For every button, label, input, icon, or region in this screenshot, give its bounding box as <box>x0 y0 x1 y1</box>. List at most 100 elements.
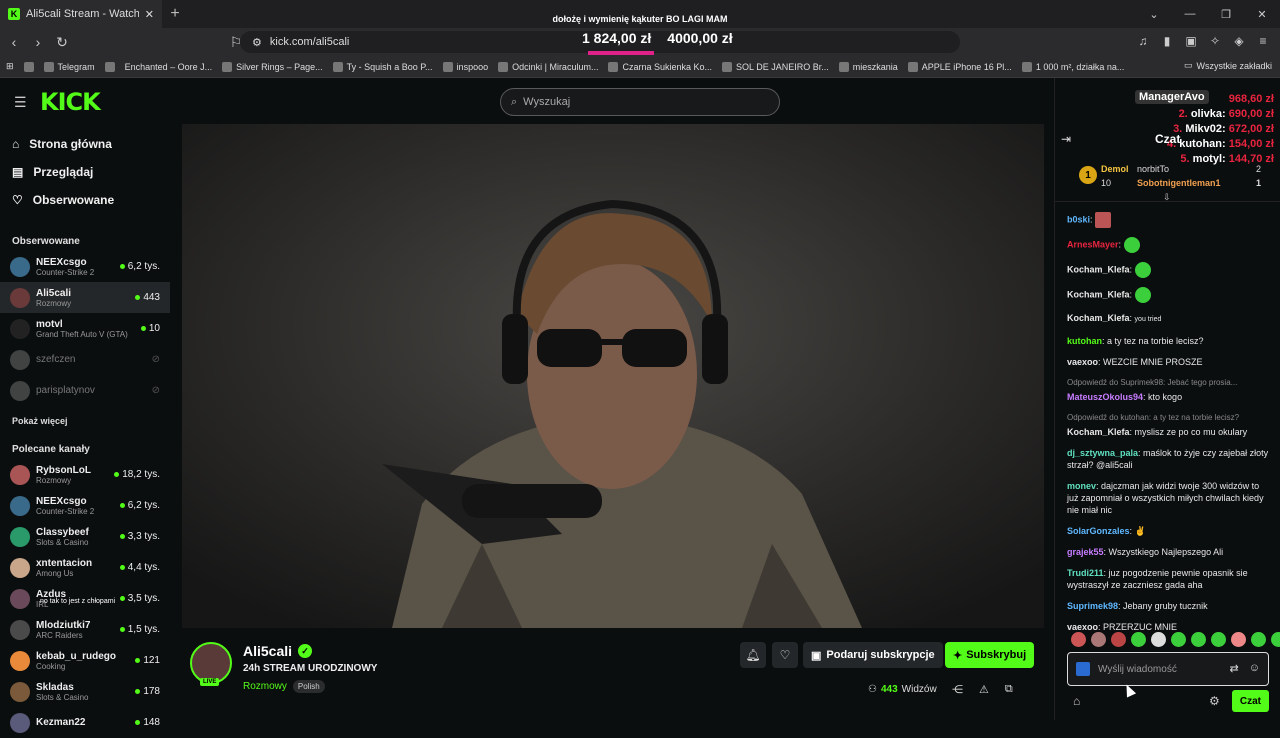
chat-username[interactable]: vaexoo <box>1067 622 1098 632</box>
bookmark-item[interactable]: inspooo <box>442 61 488 72</box>
apps-icon[interactable]: ⊞ <box>6 61 14 72</box>
music-icon[interactable]: ♫ <box>1134 32 1152 50</box>
followed-channel[interactable]: NEEXcsgo Counter-Strike 2 6,2 tys. <box>0 251 170 282</box>
bookmark-item[interactable]: Telegram <box>43 61 95 72</box>
chevron-down-icon[interactable]: ⌄ <box>1136 0 1172 28</box>
followed-channel[interactable]: motvl Grand Theft Auto V (GTA) 10 <box>0 313 170 344</box>
bookmark-item[interactable]: SOL DE JANEIRO Br... <box>722 61 829 72</box>
chat-username[interactable]: vaexoo <box>1067 357 1098 367</box>
minimize-button[interactable]: — <box>1172 0 1208 28</box>
bookmark-item[interactable]: Czarna Sukienka Ko... <box>608 61 712 72</box>
emote-icon[interactable] <box>1151 632 1166 647</box>
store-icon[interactable]: ⌂ <box>1073 694 1080 708</box>
bookmark-item[interactable]: Silver Rings – Page... <box>222 61 323 72</box>
stream-category[interactable]: Rozmowy <box>243 681 287 692</box>
chat-username[interactable]: ArnesMayer <box>1067 239 1119 249</box>
video-player[interactable] <box>182 124 1044 628</box>
kick-logo[interactable]: KICK <box>40 88 101 116</box>
emote-icon[interactable] <box>1131 632 1146 647</box>
bookmark-item[interactable]: Enchanted – Oore J... <box>125 62 213 72</box>
notification-bell-button[interactable]: 🔔︎ <box>740 642 766 668</box>
shield-icon[interactable]: ◈ <box>1230 32 1248 50</box>
emote-icon[interactable] <box>1071 632 1086 647</box>
all-bookmarks[interactable]: ▭ Wszystkie zakładki <box>1184 60 1272 71</box>
show-more-link[interactable]: Pokaż więcej <box>0 416 170 426</box>
recommended-channel[interactable]: RybsonLoL Rozmowy 18,2 tys. <box>0 459 170 490</box>
recommended-channel[interactable]: xntentacion Among Us 4,4 tys. <box>0 552 170 583</box>
nav-browse[interactable]: ▤ Przeglądaj <box>0 158 170 186</box>
recommended-channel[interactable]: Kezman22 148 <box>0 707 170 738</box>
chat-username[interactable]: MateuszOkolus94 <box>1067 392 1143 402</box>
forward-button[interactable]: › <box>28 34 48 50</box>
reload-button[interactable]: ↻ <box>52 34 72 51</box>
followed-channel[interactable]: parisplatynov ⊘ <box>0 375 170 406</box>
chat-username[interactable]: SolarGonzales <box>1067 526 1130 536</box>
followed-channel[interactable]: Ali5cali Rozmowy 443 <box>0 282 170 313</box>
emote-icon[interactable] <box>1231 632 1246 647</box>
bookmark-item[interactable]: Odcinki | Miraculum... <box>498 61 598 72</box>
send-chat-button[interactable]: Czat <box>1231 690 1269 712</box>
chat-username[interactable]: b0ski <box>1067 214 1090 224</box>
language-tag[interactable]: Polish <box>292 680 325 693</box>
recommended-channel[interactable]: Skladas Slots & Casino 178 <box>0 676 170 707</box>
followed-channel[interactable]: szefczen ⊘ <box>0 344 170 375</box>
chat-username[interactable]: Suprimek98 <box>1067 601 1118 611</box>
emote-icon[interactable] <box>1171 632 1186 647</box>
site-info-icon[interactable]: ⚙ <box>252 36 262 49</box>
chat-title: Czat <box>1155 132 1181 146</box>
translate-icon[interactable]: ⇄ <box>1230 662 1239 675</box>
chat-username[interactable]: Trudi211 <box>1067 568 1104 578</box>
recommended-channel[interactable]: Classybeef Slots & Casino 3,3 tys. <box>0 521 170 552</box>
bookmark-item[interactable]: Ty - Squish a Boo P... <box>332 61 433 72</box>
sidebar-icon[interactable]: ▮ <box>1158 32 1176 50</box>
gear-icon[interactable]: ⚙ <box>1209 694 1220 708</box>
emote-icon[interactable] <box>1091 632 1106 647</box>
puzzle-icon[interactable]: ✧ <box>1206 32 1224 50</box>
chat-username[interactable]: monev <box>1067 481 1096 491</box>
share-icon[interactable]: ⋲ <box>952 683 963 696</box>
chat-username[interactable]: Kocham_Klefa <box>1067 313 1130 323</box>
gift-subscription-button[interactable]: ▣ Podaruj subskrypcje <box>803 642 943 668</box>
nav-home[interactable]: ⌂ Strona główna <box>0 130 170 158</box>
subscribe-button[interactable]: ✦ Subskrybuj <box>945 642 1035 668</box>
search-input[interactable]: ⌕ Wyszukaj <box>500 88 780 116</box>
close-tab-icon[interactable]: ✕ <box>145 8 154 21</box>
recommended-channel[interactable]: Mlodziutki7 ARC Raiders 1,5 tys. <box>0 614 170 645</box>
emote-icon[interactable] <box>1111 632 1126 647</box>
chat-username[interactable]: Kocham_Klefa <box>1067 289 1130 299</box>
hamburger-menu-icon[interactable]: ☰ <box>14 94 28 111</box>
close-window-button[interactable]: ✕ <box>1244 0 1280 28</box>
recommended-channel[interactable]: NEEXcsgo Counter-Strike 2 6,2 tys. <box>0 490 170 521</box>
chat-username[interactable]: Kocham_Klefa <box>1067 427 1130 437</box>
expand-gifters-icon[interactable]: ⇩ <box>1163 192 1171 203</box>
streamer-name[interactable]: Ali5cali <box>243 643 292 659</box>
emote-icon[interactable] <box>1211 632 1226 647</box>
chat-username[interactable]: kutohan <box>1067 336 1102 346</box>
bookmark-item[interactable]: 1 000 m², działka na... <box>1021 61 1124 72</box>
emoji-icon[interactable]: ☺ <box>1249 662 1260 675</box>
chat-username[interactable]: Kocham_Klefa <box>1067 264 1130 274</box>
clip-icon[interactable]: ⧉ <box>1005 683 1013 696</box>
nav-following[interactable]: ♡ Obserwowane <box>0 186 170 214</box>
report-icon[interactable]: ⚠ <box>979 683 989 696</box>
chat-username[interactable]: dj_sztywna_pala <box>1067 448 1138 458</box>
back-button[interactable]: ‹ <box>4 34 24 50</box>
recommended-channel[interactable]: kebab_u_rudego Cooking 121 <box>0 645 170 676</box>
bookmark-item[interactable] <box>23 61 34 72</box>
bookmark-item[interactable]: APPLE iPhone 16 Pl... <box>907 61 1012 72</box>
chat-username[interactable]: grajek55 <box>1067 547 1104 557</box>
bookmark-item[interactable]: mieszkania <box>838 61 898 72</box>
emote-icon[interactable] <box>1271 632 1280 647</box>
wallet-icon[interactable]: ▣ <box>1182 32 1200 50</box>
chat-message-input[interactable]: Wyślij wiadomość ⇄ ☺ <box>1067 652 1269 686</box>
bookmark-item[interactable] <box>104 61 115 72</box>
menu-icon[interactable]: ≡ <box>1254 32 1272 50</box>
collapse-chat-icon[interactable]: ⇥ <box>1061 132 1071 146</box>
follow-button[interactable]: ♡ <box>772 642 798 668</box>
emote-icon[interactable] <box>1251 632 1266 647</box>
new-tab-button[interactable]: + <box>162 5 188 23</box>
browser-tab[interactable]: K Ali5cali Stream - Watch Live on K ✕ <box>0 0 162 28</box>
emote-icon[interactable] <box>1191 632 1206 647</box>
chat-text: dajczman jak widzi twoje 300 widzów to j… <box>1067 481 1264 515</box>
maximize-button[interactable]: ❐ <box>1208 0 1244 28</box>
